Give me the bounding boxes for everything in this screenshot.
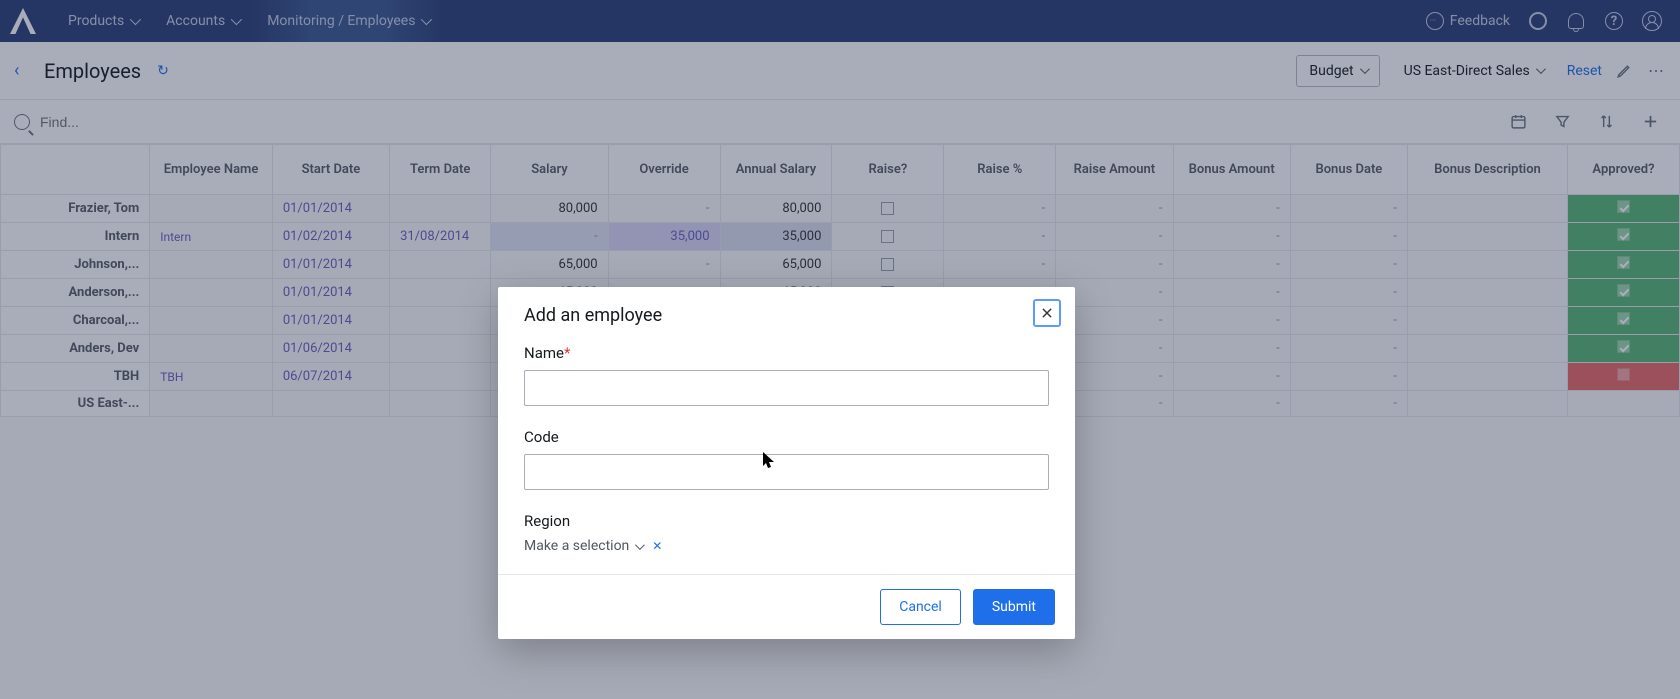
clear-region-icon[interactable]: ✕ [652, 539, 662, 553]
add-employee-dialog: Add an employee Name* Code Region Make a… [498, 287, 1075, 639]
close-button[interactable] [1033, 299, 1061, 327]
region-select[interactable]: Make a selection [524, 538, 642, 554]
dialog-title: Add an employee [524, 305, 1049, 326]
cancel-button[interactable]: Cancel [880, 589, 961, 625]
name-label-text: Name [524, 344, 564, 362]
required-asterisk: * [564, 344, 570, 362]
name-input[interactable] [524, 370, 1049, 406]
region-field-label: Region [524, 512, 1049, 530]
region-placeholder: Make a selection [524, 538, 629, 554]
dialog-footer: Cancel Submit [498, 574, 1075, 639]
name-label: Name* [524, 344, 1049, 362]
submit-button[interactable]: Submit [973, 589, 1055, 625]
code-label: Code [524, 428, 1049, 446]
code-input[interactable] [524, 454, 1049, 490]
chevron-down-icon [635, 540, 645, 550]
